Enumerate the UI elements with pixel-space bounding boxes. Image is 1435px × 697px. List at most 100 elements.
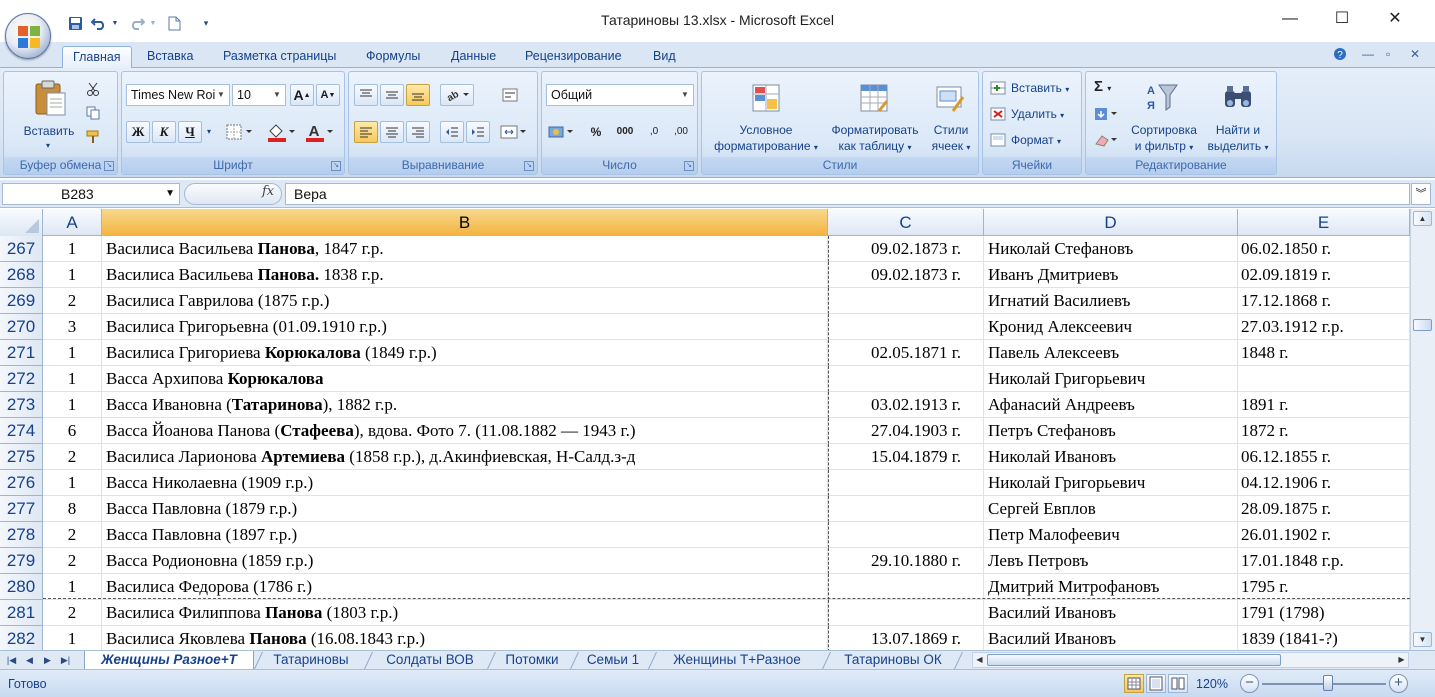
align-bottom-button[interactable] <box>406 84 430 106</box>
horizontal-scrollbar[interactable]: ◀ ▶ <box>972 652 1409 668</box>
cell-d[interactable]: Петръ Стефановъ <box>984 418 1238 444</box>
cell-b[interactable]: Василиса Гаврилова (1875 г.р.) <box>102 288 828 314</box>
cell-d[interactable]: Павель Алексеевъ <box>984 340 1238 366</box>
insert-function-icon[interactable]: fx <box>262 184 274 199</box>
row-header[interactable]: 268 <box>0 262 43 288</box>
office-button[interactable] <box>5 13 51 59</box>
cell-d[interactable]: Николай Григорьевич <box>984 470 1238 496</box>
cell-c[interactable] <box>828 288 984 314</box>
row-header[interactable]: 274 <box>0 418 43 444</box>
row-header[interactable]: 278 <box>0 522 43 548</box>
workbook-close-icon[interactable]: ✕ <box>1410 47 1420 61</box>
horizontal-scroll-thumb[interactable] <box>987 654 1281 666</box>
cell-a[interactable]: 2 <box>43 600 102 626</box>
font-size-combo[interactable]: 10 ▼ <box>232 84 286 106</box>
scroll-up-icon[interactable]: ▲ <box>1413 211 1432 226</box>
cell-b[interactable]: Василиса Григориева Корюкалова (1849 г.р… <box>102 340 828 366</box>
ribbon-minimize-icon[interactable]: — <box>1362 47 1374 61</box>
cell-e[interactable]: 1839 (1841-?) <box>1238 626 1410 650</box>
column-header-b[interactable]: B <box>102 209 828 236</box>
paste-button[interactable]: Вставить <box>12 123 86 139</box>
new-document-icon[interactable] <box>166 14 182 32</box>
format-as-table-button[interactable]: Форматировать как таблицу ▾ <box>824 122 926 156</box>
align-top-button[interactable] <box>354 84 378 106</box>
cell-e[interactable]: 17.01.1848 г.р. <box>1238 548 1410 574</box>
number-format-combo[interactable]: Общий ▼ <box>546 84 694 106</box>
merge-center-icon[interactable] <box>499 121 529 143</box>
cell-e[interactable]: 1872 г. <box>1238 418 1410 444</box>
row-header[interactable]: 270 <box>0 314 43 340</box>
number-launcher-icon[interactable]: ↘ <box>684 161 694 171</box>
ribbon-restore-icon[interactable]: ▫ <box>1386 47 1390 61</box>
cell-a[interactable]: 2 <box>43 548 102 574</box>
prev-sheet-icon[interactable]: ◀ <box>22 652 37 668</box>
clear-icon[interactable] <box>1092 131 1122 149</box>
cell-b[interactable]: Васса Родионовна (1859 г.р.) <box>102 548 828 574</box>
close-button[interactable]: ✕ <box>1375 8 1415 30</box>
currency-format-icon[interactable] <box>546 121 578 143</box>
cell-c[interactable]: 29.10.1880 г. <box>828 548 984 574</box>
tab-review[interactable]: Рецензирование <box>515 46 632 68</box>
decrease-indent-button[interactable] <box>440 121 464 143</box>
decrease-decimal-button[interactable]: ,00 <box>668 124 694 140</box>
cell-a[interactable]: 1 <box>43 626 102 650</box>
cell-c[interactable]: 09.02.1873 г. <box>828 262 984 288</box>
fill-color-icon[interactable] <box>264 121 300 143</box>
select-all-button[interactable] <box>0 209 43 236</box>
cell-a[interactable]: 1 <box>43 392 102 418</box>
cell-d[interactable]: Николай Григорьевич <box>984 366 1238 392</box>
zoom-out-button[interactable]: − <box>1240 674 1259 693</box>
cell-c[interactable] <box>828 600 984 626</box>
tab-formulas[interactable]: Формулы <box>356 46 430 68</box>
save-icon[interactable] <box>66 14 84 32</box>
cell-c[interactable]: 03.02.1913 г. <box>828 392 984 418</box>
cell-b[interactable]: Васса Ивановна (Татаринова), 1882 г.р. <box>102 392 828 418</box>
cell-a[interactable]: 2 <box>43 522 102 548</box>
sheet-tab-tatarinovy[interactable]: Татариновы <box>262 651 360 669</box>
tab-data[interactable]: Данные <box>441 46 506 68</box>
cell-d[interactable]: Василий Ивановъ <box>984 600 1238 626</box>
font-name-combo[interactable]: Times New Roi ▼ <box>126 84 230 106</box>
cell-a[interactable]: 2 <box>43 288 102 314</box>
cell-d[interactable]: Афанасий Андреевъ <box>984 392 1238 418</box>
cell-a[interactable]: 1 <box>43 574 102 600</box>
cell-e[interactable]: 04.12.1906 г. <box>1238 470 1410 496</box>
font-launcher-icon[interactable]: ↘ <box>331 161 341 171</box>
cell-b[interactable]: Васса Николаевна (1909 г.р.) <box>102 470 828 496</box>
row-header[interactable]: 277 <box>0 496 43 522</box>
increase-decimal-button[interactable]: ,0 <box>642 124 666 140</box>
copy-icon[interactable] <box>84 104 102 122</box>
redo-dropdown-icon[interactable]: ▼ <box>148 14 158 32</box>
find-select-button[interactable]: Найти и выделить ▾ <box>1198 122 1278 156</box>
cell-d[interactable]: Кронид Алексеевич <box>984 314 1238 340</box>
cell-d[interactable]: Петр Малофеевич <box>984 522 1238 548</box>
sheet-tab-tatarinovy-ok[interactable]: Татариновы ОК <box>830 651 956 669</box>
sheet-tab-soldiers-vov[interactable]: Солдаты ВОВ <box>374 651 486 669</box>
underline-button[interactable]: Ч <box>178 121 202 143</box>
vertical-scrollbar[interactable]: ▲ ▼ <box>1410 209 1435 650</box>
cell-b[interactable]: Василиса Ларионова Артемиева (1858 г.р.)… <box>102 444 828 470</box>
cell-a[interactable]: 3 <box>43 314 102 340</box>
cell-e[interactable] <box>1238 366 1410 392</box>
scroll-down-icon[interactable]: ▼ <box>1413 632 1432 647</box>
format-painter-icon[interactable] <box>84 128 102 146</box>
shrink-font-button[interactable]: A ▼ <box>316 84 340 106</box>
cell-e[interactable]: 1891 г. <box>1238 392 1410 418</box>
zoom-level[interactable]: 120% <box>1196 677 1228 691</box>
cell-c[interactable]: 09.02.1873 г. <box>828 236 984 262</box>
align-center-button[interactable] <box>380 121 404 143</box>
bold-button[interactable]: Ж <box>126 121 150 143</box>
cell-b[interactable]: Васса Архипова Корюкалова <box>102 366 828 392</box>
cell-e[interactable]: 1848 г. <box>1238 340 1410 366</box>
sheet-tab-women-misc-t[interactable]: Женщины Разное+Т <box>84 651 254 669</box>
cut-icon[interactable] <box>84 80 102 98</box>
cell-a[interactable]: 1 <box>43 470 102 496</box>
cell-styles-button[interactable]: Стили ячеек ▾ <box>926 122 976 156</box>
zoom-in-button[interactable]: + <box>1389 674 1408 693</box>
grow-font-button[interactable]: A ▲ <box>290 84 314 106</box>
cell-b[interactable]: Василиса Филиппова Панова (1803 г.р.) <box>102 600 828 626</box>
conditional-formatting-button[interactable]: Условное форматирование ▾ <box>704 122 828 156</box>
paste-dropdown-icon[interactable]: ▾ <box>38 138 58 154</box>
font-color-icon[interactable]: A <box>302 121 338 143</box>
cell-a[interactable]: 1 <box>43 340 102 366</box>
